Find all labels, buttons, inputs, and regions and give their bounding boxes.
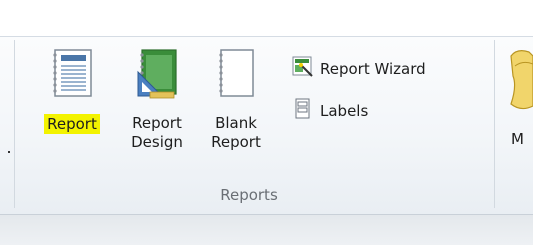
blank-report-icon [213, 48, 259, 100]
report-icon [49, 48, 95, 100]
report-design-icon [134, 48, 180, 100]
labels-button[interactable]: Labels [292, 98, 368, 124]
report-wizard-label: Report Wizard [320, 60, 426, 78]
reports-group-label: Reports [220, 186, 278, 204]
blank-report-button[interactable]: Blank Report [200, 48, 272, 152]
labels-icon [292, 98, 314, 124]
report-design-button[interactable]: Report Design [122, 48, 192, 152]
blank-report-button-label: Blank Report [211, 114, 261, 151]
report-button-label: Report [44, 114, 100, 134]
ribbon-bottom-edge [0, 214, 533, 245]
report-button[interactable]: Report [32, 48, 112, 134]
report-wizard-icon [292, 56, 314, 82]
next-button-partial-label: M [511, 130, 524, 148]
report-wizard-button[interactable]: Report Wizard [292, 56, 426, 82]
group-separator-left [14, 40, 15, 208]
macro-icon[interactable] [503, 46, 533, 116]
group-separator-right [494, 40, 495, 208]
ribbon-tab-area [0, 0, 533, 36]
report-design-button-label: Report Design [131, 114, 183, 151]
labels-label: Labels [320, 102, 369, 120]
separator-mark [8, 151, 10, 153]
